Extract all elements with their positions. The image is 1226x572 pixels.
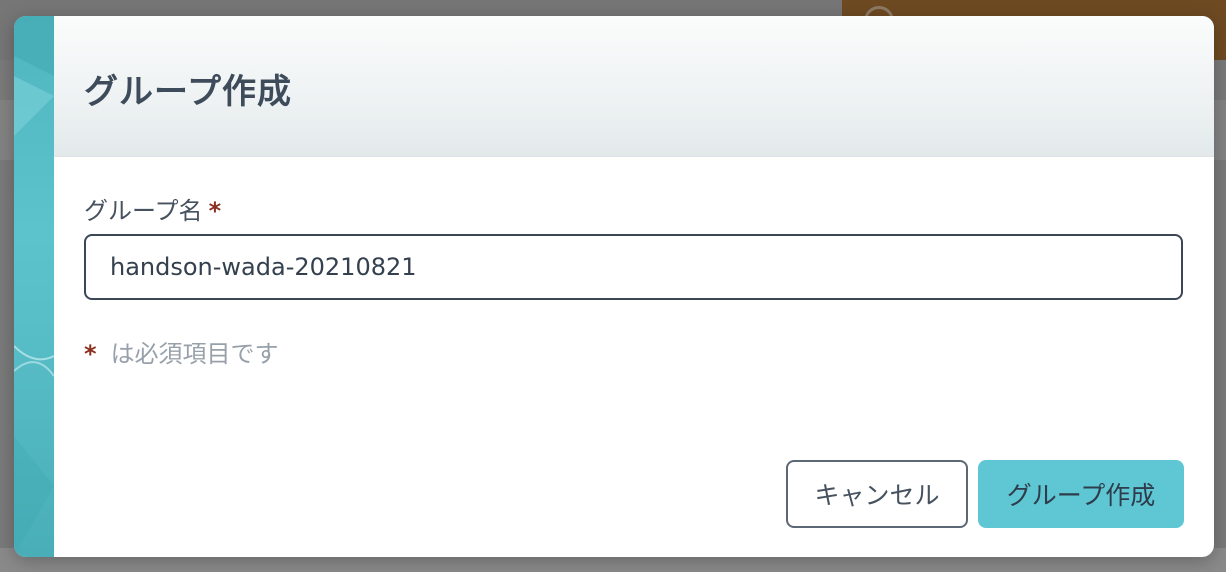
group-name-label-text: グループ名 xyxy=(84,197,203,225)
dialog-header: グループ作成 xyxy=(54,16,1214,157)
create-group-button[interactable]: グループ作成 xyxy=(978,460,1184,528)
required-star: * xyxy=(208,197,222,225)
required-note-text: は必須項目です xyxy=(110,340,279,368)
decorative-strip xyxy=(14,16,54,557)
required-note: * は必須項目です xyxy=(84,334,279,369)
group-name-input[interactable] xyxy=(84,234,1183,300)
dialog-title: グループ作成 xyxy=(84,72,292,112)
create-group-dialog: グループ作成 グループ名* *は必須項目です キャンセル グループ作成 xyxy=(14,16,1214,557)
required-note-star: * xyxy=(84,340,97,368)
group-name-label: グループ名 * xyxy=(84,191,221,226)
cancel-button[interactable]: キャンセル xyxy=(786,460,968,528)
